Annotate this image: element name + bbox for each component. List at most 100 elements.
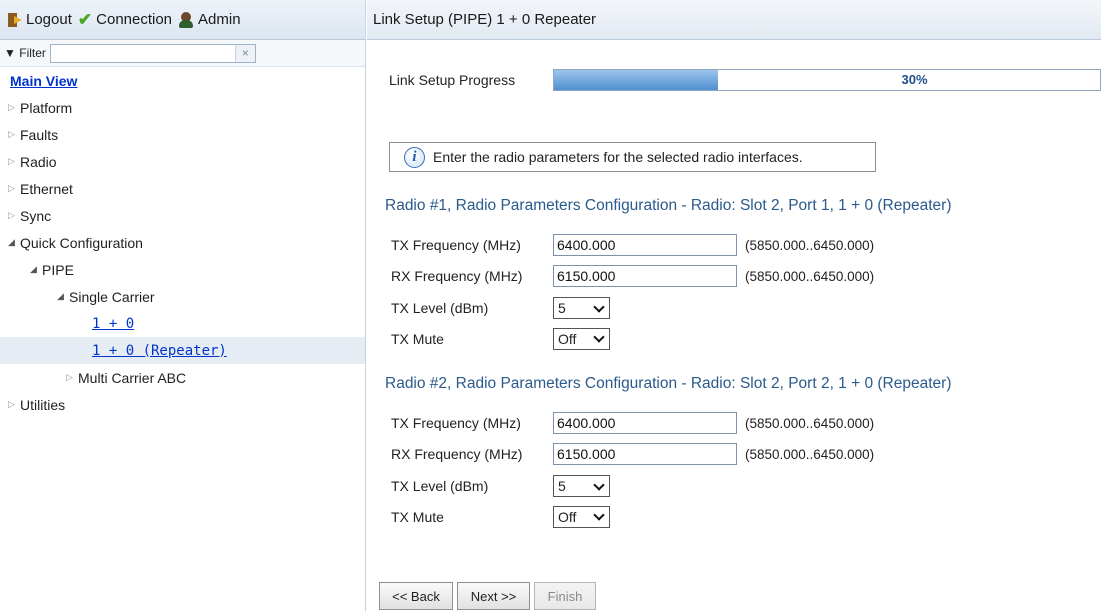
tree-item-link[interactable]: 1 + 0 (Repeater)	[92, 343, 227, 359]
top-toolbar: Logout ✔ Connection Admin	[0, 0, 365, 40]
tree-item-multi-carrier-abc[interactable]: ▷ Multi Carrier ABC	[0, 364, 365, 391]
info-icon: i	[404, 146, 425, 168]
navigation-tree: Main View ▷ Platform ▷ Faults ▷ Radio ▷ …	[0, 67, 365, 418]
connection-label: Connection	[96, 11, 173, 28]
main-view-link[interactable]: Main View	[10, 73, 77, 89]
radio2-tx-frequency-input[interactable]	[553, 412, 737, 434]
tree-item-1-plus-0-repeater[interactable]: 1 + 0 (Repeater)	[0, 337, 365, 364]
tree-item-label: Ethernet	[20, 180, 73, 197]
connection-button[interactable]: ✔ Connection	[78, 11, 172, 28]
tx-frequency-label: TX Frequency (MHz)	[391, 237, 521, 253]
tx-mute-label: TX Mute	[391, 331, 444, 347]
tree-item-label: Platform	[20, 99, 73, 116]
chevron-down-icon	[593, 331, 605, 343]
rx-frequency-label: RX Frequency (MHz)	[391, 268, 523, 284]
progress-text: 30%	[901, 72, 928, 87]
tree-item-link[interactable]: 1 + 0	[92, 316, 134, 332]
content-panel: Link Setup (PIPE) 1 + 0 Repeater Link Se…	[367, 0, 1101, 611]
radio2-tx-level-select[interactable]: 5	[553, 475, 610, 497]
radio2-tx-mute-row: TX Mute Off	[391, 506, 610, 528]
radio2-rx-frequency-row: RX Frequency (MHz) (5850.000..6450.000)	[391, 443, 874, 465]
finish-button: Finish	[534, 582, 596, 610]
tree-item-label: Sync	[20, 207, 52, 224]
radio1-tx-level-select[interactable]: 5	[553, 297, 610, 319]
chevron-down-icon	[593, 509, 605, 521]
collapse-arrow-icon[interactable]: ◢	[30, 264, 42, 275]
radio1-tx-frequency-row: TX Frequency (MHz) (5850.000..6450.000)	[391, 234, 874, 256]
tree-item-utilities[interactable]: ▷ Utilities	[0, 391, 365, 418]
chevron-down-icon	[593, 301, 605, 313]
collapse-arrow-icon[interactable]: ◢	[8, 237, 20, 248]
navigation-panel: Logout ✔ Connection Admin ▼ Filter × Mai…	[0, 0, 366, 611]
expand-arrow-icon[interactable]: ▷	[8, 399, 20, 410]
tree-item-sync[interactable]: ▷ Sync	[0, 202, 365, 229]
radio2-section-title: Radio #2, Radio Parameters Configuration…	[385, 375, 952, 392]
filter-label[interactable]: ▼ Filter	[4, 46, 46, 60]
admin-label: Admin	[198, 11, 241, 28]
info-message: i Enter the radio parameters for the sel…	[389, 142, 876, 172]
tree-item-label: Faults	[20, 126, 59, 143]
collapse-arrow-icon[interactable]: ◢	[57, 291, 69, 302]
select-value: 5	[558, 478, 566, 494]
page-title-bar: Link Setup (PIPE) 1 + 0 Repeater	[367, 0, 1101, 40]
rx-frequency-range: (5850.000..6450.000)	[745, 446, 875, 462]
next-button[interactable]: Next >>	[457, 582, 530, 610]
filter-toggle-icon: ▼	[4, 46, 16, 60]
tree-item-label: Single Carrier	[69, 288, 155, 305]
tx-frequency-label: TX Frequency (MHz)	[391, 415, 521, 431]
expand-arrow-icon[interactable]: ▷	[8, 156, 20, 167]
filter-box: ×	[49, 43, 256, 63]
tree-item-radio[interactable]: ▷ Radio	[0, 148, 365, 175]
filter-row: ▼ Filter ×	[0, 40, 365, 67]
filter-input[interactable]	[50, 44, 235, 62]
tree-item-label: Utilities	[20, 396, 66, 413]
select-value: 5	[558, 300, 566, 316]
expand-arrow-icon[interactable]: ▷	[8, 102, 20, 113]
tree-item-ethernet[interactable]: ▷ Ethernet	[0, 175, 365, 202]
tx-mute-label: TX Mute	[391, 509, 444, 525]
radio2-tx-frequency-row: TX Frequency (MHz) (5850.000..6450.000)	[391, 412, 874, 434]
wizard-buttons: << Back Next >> Finish	[379, 582, 600, 610]
tree-item-main-view[interactable]: Main View	[0, 67, 365, 94]
tree-item-platform[interactable]: ▷ Platform	[0, 94, 365, 121]
select-value: Off	[558, 331, 577, 347]
info-text: Enter the radio parameters for the selec…	[433, 149, 803, 165]
rx-frequency-label: RX Frequency (MHz)	[391, 446, 523, 462]
checkmark-icon: ✔	[77, 10, 93, 29]
expand-arrow-icon[interactable]: ▷	[8, 129, 20, 140]
radio1-tx-level-row: TX Level (dBm) 5	[391, 297, 610, 319]
tree-item-faults[interactable]: ▷ Faults	[0, 121, 365, 148]
logout-label: Logout	[26, 11, 72, 28]
tree-item-1-plus-0[interactable]: 1 + 0	[0, 310, 365, 337]
tree-item-pipe[interactable]: ◢ PIPE	[0, 256, 365, 283]
rx-frequency-range: (5850.000..6450.000)	[745, 268, 875, 284]
radio1-rx-frequency-row: RX Frequency (MHz) (5850.000..6450.000)	[391, 265, 874, 287]
tree-item-label: Radio	[20, 153, 57, 170]
radio1-tx-frequency-input[interactable]	[553, 234, 737, 256]
tree-item-single-carrier[interactable]: ◢ Single Carrier	[0, 283, 365, 310]
radio1-section-title: Radio #1, Radio Parameters Configuration…	[385, 197, 952, 214]
tx-level-label: TX Level (dBm)	[391, 478, 489, 494]
radio1-tx-mute-row: TX Mute Off	[391, 328, 610, 350]
logout-button[interactable]: Logout	[8, 11, 72, 28]
tree-item-label: Multi Carrier ABC	[78, 369, 187, 386]
radio2-tx-mute-select[interactable]: Off	[553, 506, 610, 528]
chevron-down-icon	[593, 479, 605, 491]
user-icon	[178, 11, 194, 28]
tx-frequency-range: (5850.000..6450.000)	[745, 415, 875, 431]
radio1-tx-mute-select[interactable]: Off	[553, 328, 610, 350]
back-button[interactable]: << Back	[379, 582, 453, 610]
page-title: Link Setup (PIPE) 1 + 0 Repeater	[373, 11, 597, 28]
radio1-rx-frequency-input[interactable]	[553, 265, 737, 287]
tx-frequency-range: (5850.000..6450.000)	[745, 237, 875, 253]
progress-label: Link Setup Progress	[389, 72, 516, 88]
select-value: Off	[558, 509, 577, 525]
expand-arrow-icon[interactable]: ▷	[8, 183, 20, 194]
clear-filter-icon[interactable]: ×	[234, 44, 255, 62]
radio2-rx-frequency-input[interactable]	[553, 443, 737, 465]
expand-arrow-icon[interactable]: ▷	[8, 210, 20, 221]
admin-button[interactable]: Admin	[178, 11, 241, 28]
tree-item-quick-configuration[interactable]: ◢ Quick Configuration	[0, 229, 365, 256]
expand-arrow-icon[interactable]: ▷	[66, 372, 78, 383]
logout-icon	[8, 12, 22, 27]
